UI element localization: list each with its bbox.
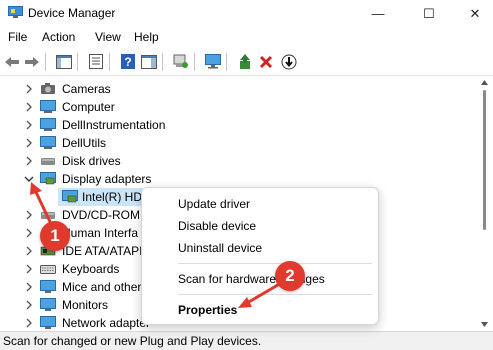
disable-icon[interactable] <box>280 53 298 70</box>
menu-help[interactable]: Help <box>134 30 159 44</box>
scan-hardware-icon[interactable] <box>172 53 190 70</box>
tree-item-dellinstrumentation[interactable]: DellInstrumentation <box>0 116 476 134</box>
menu-item-uninstall-device[interactable]: Uninstall device <box>178 241 262 255</box>
menu-separator <box>178 263 372 264</box>
chevron-right-icon[interactable] <box>24 210 34 220</box>
chevron-right-icon[interactable] <box>24 318 34 328</box>
display-adapter-icon <box>62 190 78 203</box>
device-manager-icon <box>8 6 23 18</box>
toolbar-separator <box>45 53 46 71</box>
tree-item-label: Cameras <box>62 82 111 96</box>
chevron-down-icon[interactable] <box>24 174 34 184</box>
chevron-right-icon[interactable] <box>24 138 34 148</box>
tree-item-label: Mice and other <box>62 280 142 294</box>
minimize-icon: — <box>371 6 385 21</box>
toolbar-separator <box>194 53 195 71</box>
tree-item-label: Computer <box>62 100 115 114</box>
context-menu: Update driver Disable device Uninstall d… <box>141 187 379 325</box>
monitor-icon <box>40 298 56 311</box>
scroll-up-arrow-icon[interactable] <box>481 80 488 85</box>
close-button[interactable]: ✕ <box>452 0 493 27</box>
callout-badge-1: 1 <box>40 221 70 251</box>
title-bar: Device Manager — ☐ ✕ <box>0 0 493 27</box>
tree-item-label: Human Interfa <box>62 226 139 240</box>
tree-item-label: Keyboards <box>62 262 120 276</box>
monitor-icon <box>40 100 56 113</box>
callout-badge-2: 2 <box>275 261 305 291</box>
tree-item-label: DellInstrumentation <box>62 118 166 132</box>
help-icon[interactable]: ? <box>119 53 137 70</box>
chevron-right-icon[interactable] <box>24 156 34 166</box>
scroll-down-arrow-icon[interactable] <box>481 322 488 327</box>
keyboard-icon <box>40 265 56 274</box>
tree-item-label: DellUtils <box>62 136 107 150</box>
chevron-right-icon[interactable] <box>24 102 34 112</box>
menu-item-disable-device[interactable]: Disable device <box>178 219 256 233</box>
tree-item-computer[interactable]: Computer <box>0 98 476 116</box>
chevron-right-icon[interactable] <box>24 246 34 256</box>
chevron-right-icon[interactable] <box>24 120 34 130</box>
status-bar: Scan for changed or new Plug and Play de… <box>0 331 493 350</box>
dvd-drive-icon <box>41 212 55 219</box>
device-icon <box>40 136 56 149</box>
monitor-icon[interactable] <box>204 53 222 70</box>
chevron-right-icon[interactable] <box>24 282 34 292</box>
forward-icon[interactable] <box>23 53 41 70</box>
disk-drive-icon <box>41 158 55 165</box>
tree-item-disk-drives[interactable]: Disk drives <box>0 152 476 170</box>
tree-item-label: IDE ATA/ATAPI <box>62 244 143 258</box>
tree-item-label: Monitors <box>62 298 109 312</box>
vertical-scrollbar[interactable] <box>476 76 493 332</box>
menu-item-properties[interactable]: Properties <box>178 303 237 317</box>
tree-item-label: Intel(R) HD <box>82 190 143 204</box>
device-icon <box>40 118 56 131</box>
show-hide-console-tree-icon[interactable] <box>55 53 73 70</box>
maximize-button[interactable]: ☐ <box>406 0 452 27</box>
chevron-right-icon[interactable] <box>24 84 34 94</box>
menu-item-update-driver[interactable]: Update driver <box>178 197 250 211</box>
properties-icon[interactable] <box>87 53 105 70</box>
status-text: Scan for changed or new Plug and Play de… <box>3 334 262 348</box>
display-adapter-icon <box>40 172 56 185</box>
menu-separator <box>178 294 372 295</box>
back-icon[interactable] <box>3 53 21 70</box>
svg-text:?: ? <box>124 55 131 69</box>
mouse-icon <box>40 280 56 293</box>
toolbar-separator <box>109 53 110 71</box>
menu-action[interactable]: Action <box>42 30 75 44</box>
menu-view[interactable]: View <box>95 30 121 44</box>
tree-item-label: DVD/CD-ROM <box>62 208 140 222</box>
tree-item-label: Display adapters <box>62 172 152 186</box>
network-adapter-icon <box>40 316 56 329</box>
toolbar-separator <box>162 53 163 71</box>
tree-item-cameras[interactable]: Cameras <box>0 80 476 98</box>
tree-item-display-adapters[interactable]: Display adapters <box>0 170 476 188</box>
action-pane-icon[interactable] <box>140 53 158 70</box>
toolbar-separator <box>226 53 227 71</box>
uninstall-icon[interactable] <box>257 53 275 70</box>
maximize-icon: ☐ <box>423 5 435 21</box>
tree-item-dellutils[interactable]: DellUtils <box>0 134 476 152</box>
chevron-right-icon[interactable] <box>24 300 34 310</box>
window-title: Device Manager <box>28 6 116 20</box>
menu-file[interactable]: File <box>8 30 27 44</box>
chevron-right-icon[interactable] <box>24 228 34 238</box>
chevron-right-icon[interactable] <box>24 264 34 274</box>
scrollbar-thumb[interactable] <box>483 90 486 230</box>
tree-item-label: Network adapter <box>62 316 151 330</box>
tree-item-label: Disk drives <box>62 154 121 168</box>
update-driver-icon[interactable] <box>236 53 254 70</box>
camera-icon <box>41 83 55 94</box>
close-icon: ✕ <box>469 5 481 21</box>
toolbar-separator <box>77 53 78 71</box>
minimize-button[interactable]: — <box>355 0 401 27</box>
